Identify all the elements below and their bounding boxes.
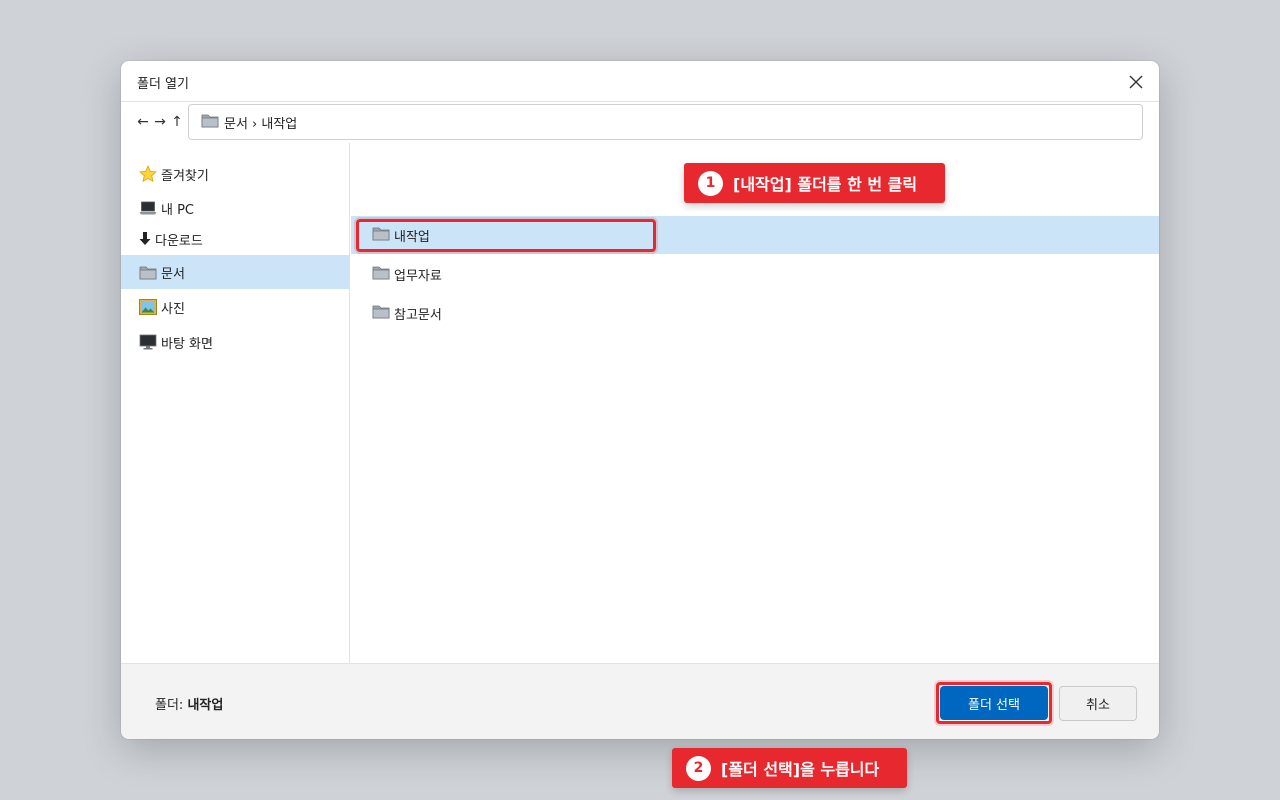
sidebar-item-label: 다운로드 [155, 233, 203, 249]
list-item[interactable]: 업무자료 [351, 255, 1159, 293]
select-folder-button[interactable]: 폴더 선택 [940, 686, 1048, 720]
sidebar-item-downloads[interactable]: 다운로드 [121, 223, 350, 255]
folder-icon [372, 225, 390, 245]
sidebar-item-my-pc[interactable]: 내 PC [121, 191, 350, 225]
picture-icon [138, 297, 158, 317]
sidebar-item-documents[interactable]: 문서 [121, 255, 350, 289]
toolbar: ← → ↑ 문서 › 내작업 [121, 103, 1159, 143]
folder-label: 폴더: [155, 698, 184, 713]
folder-icon [201, 112, 219, 132]
step-number: 2 [686, 755, 711, 781]
sidebar-item-label: 문서 [161, 266, 185, 282]
list-item[interactable]: 내작업 [351, 216, 1159, 254]
address-path: 문서 › 내작업 [224, 116, 298, 132]
folder-icon [138, 262, 158, 282]
step-number: 1 [698, 170, 723, 196]
sidebar-item-desktop[interactable]: 바탕 화면 [121, 325, 350, 359]
selected-folder-text: 폴더: 내작업 [155, 694, 223, 713]
sidebar: 즐겨찾기 내 PC 다운로드 문서 사진 바탕 화면 [121, 143, 350, 663]
sidebar-item-label: 즐겨찾기 [161, 168, 209, 184]
folder-icon [372, 303, 390, 323]
callout-text: [폴더 선택]을 누릅니다 [721, 760, 880, 779]
titlebar: 폴더 열기 [121, 61, 1159, 102]
sidebar-item-pictures[interactable]: 사진 [121, 290, 350, 324]
sidebar-item-favorites[interactable]: 즐겨찾기 [121, 157, 350, 191]
file-name: 업무자료 [394, 268, 442, 284]
file-list: 내작업 업무자료 참고문서 [351, 143, 1159, 663]
callout-step-1: 1 [내작업] 폴더를 한 번 클릭 [684, 163, 945, 203]
star-icon [138, 164, 158, 184]
close-button[interactable] [1123, 69, 1149, 95]
list-item[interactable]: 참고문서 [351, 294, 1159, 332]
address-bar[interactable]: 문서 › 내작업 [188, 104, 1143, 140]
file-name: 내작업 [394, 229, 430, 245]
footer: 폴더: 내작업 폴더 선택 취소 [121, 663, 1159, 739]
forward-arrow-icon[interactable]: → [153, 112, 167, 132]
sidebar-item-label: 사진 [161, 301, 185, 317]
laptop-icon [138, 198, 158, 218]
up-arrow-icon[interactable]: ↑ [170, 112, 184, 132]
close-icon [1129, 75, 1143, 89]
file-name: 참고문서 [394, 307, 442, 323]
sidebar-item-label: 바탕 화면 [161, 336, 213, 352]
folder-value: 내작업 [187, 698, 224, 713]
open-folder-dialog: 폴더 열기 ← → ↑ 문서 › 내작업 즐겨찾기 내 PC 다운로드 문서 사… [121, 61, 1159, 739]
back-arrow-icon[interactable]: ← [136, 112, 150, 132]
callout-text: [내작업] 폴더를 한 번 클릭 [733, 175, 918, 194]
folder-icon [372, 264, 390, 284]
dialog-title: 폴더 열기 [137, 77, 189, 92]
desktop-icon [138, 332, 158, 352]
callout-step-2: 2 [폴더 선택]을 누릅니다 [672, 748, 907, 788]
cancel-button[interactable]: 취소 [1059, 686, 1137, 721]
download-icon [138, 229, 152, 249]
sidebar-item-label: 내 PC [161, 202, 195, 218]
